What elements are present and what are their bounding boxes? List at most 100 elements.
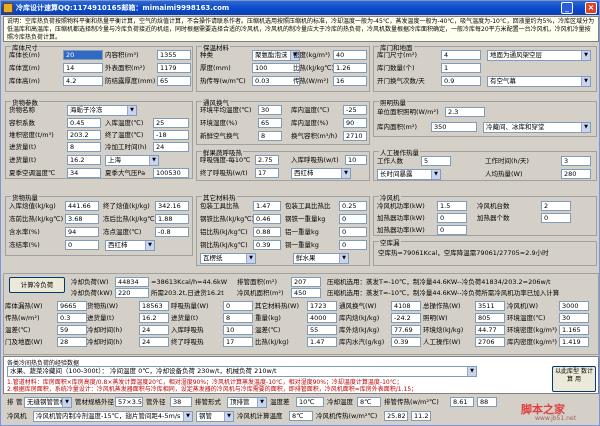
othermat-input[interactable]: 0	[339, 240, 367, 250]
bottom-input[interactable]: 38	[170, 397, 192, 407]
apply-template-button[interactable]: 以此库型 数计算 用	[552, 366, 596, 392]
storage-input[interactable]: 20	[63, 50, 103, 60]
coolerfan-input[interactable]: 0	[437, 213, 467, 223]
result-value: 16.2	[139, 313, 169, 323]
goodsheat-input[interactable]: 0	[65, 240, 99, 250]
coolerfan-input[interactable]: 1.5	[437, 201, 467, 211]
calc-input[interactable]: 207	[291, 277, 321, 287]
watermark: 脚本之家 www.jb51.net	[521, 401, 599, 425]
goods-name-select[interactable]: 海蛎子冷冻 ▼	[67, 105, 137, 116]
storage-input[interactable]: 4.2	[63, 76, 103, 86]
goodsheat-input[interactable]: 441.66	[65, 201, 99, 211]
fresh-input[interactable]: 17	[255, 168, 279, 178]
bottom-select[interactable]: 钢管 ▼	[196, 411, 234, 422]
goodsheat-input[interactable]: -0.8	[155, 227, 189, 237]
storage-input[interactable]: 65	[157, 76, 191, 86]
labor-input[interactable]: 3	[561, 156, 591, 166]
air-curtain-select[interactable]: 有空气幕 ▼	[487, 76, 591, 87]
labor-input[interactable]: 280	[561, 169, 591, 179]
storage-input[interactable]: 14	[63, 63, 103, 73]
ventilation-input[interactable]: 65	[258, 118, 282, 128]
bottom-input[interactable]: 8℃	[289, 411, 313, 421]
bottom-select[interactable]: 无缝钢管管材 ▼	[24, 397, 72, 408]
othermat-input[interactable]: 0.25	[339, 201, 367, 211]
othermat-input[interactable]: 0	[339, 227, 367, 237]
bottom-select[interactable]: 冷风机管内制冷剂温度-15℃，翅片管间距4-5m/s ▼	[33, 411, 193, 422]
goodsheat-input[interactable]: 342.16	[155, 201, 189, 211]
goodsheat-input[interactable]: 3.68	[65, 214, 99, 224]
bottom-input[interactable]: 88	[477, 397, 497, 407]
coolerfan-input[interactable]: 0	[541, 213, 571, 223]
goods-input[interactable]: 100530	[153, 168, 189, 178]
calc-input[interactable]: 44834	[115, 277, 149, 287]
ventilation-input[interactable]: 30	[258, 105, 282, 115]
ventilation-input[interactable]: 2710	[343, 131, 367, 141]
door-input[interactable]: 1	[441, 63, 481, 73]
lighting-input[interactable]: 350	[431, 122, 477, 132]
insulation-input[interactable]: 16	[333, 76, 367, 86]
goods-type-select[interactable]: 鲜水果 ▼	[293, 253, 349, 264]
notice-panel: 说明：空库热负荷按照物料平衡和热量平衡计算，空气的焓值计算，不会操作请联系作者。…	[3, 16, 599, 42]
goodsheat-input[interactable]: 94	[65, 227, 99, 237]
labor-input[interactable]: 5	[421, 156, 451, 166]
ventilation-label: 环境平均温度(℃)	[200, 106, 252, 114]
insulation-input[interactable]: 1.26	[333, 63, 367, 73]
city-select[interactable]: 上海 ▼	[105, 155, 159, 166]
ventilation-input[interactable]: -25	[343, 105, 367, 115]
fresh-input[interactable]: 10	[345, 155, 367, 165]
goodsheat-label: 终了焓值(kJ/kg)	[103, 202, 150, 210]
result-label: 冷却时间(h)	[87, 338, 123, 346]
coolerfan-input[interactable]: 0	[437, 225, 467, 235]
heatload-dropdown[interactable]: 水果、蔬菜冷藏间（100-300t）： 冷间温度 0℃，冷却设备负荷 230w/…	[7, 366, 477, 377]
goods-input[interactable]: 203.2	[67, 130, 101, 140]
goods-input[interactable]: 25	[153, 118, 189, 128]
goodsheat-select[interactable]: 西红柿 ▼	[105, 240, 155, 251]
note-line: 2.根据库房面积，系统冷量设计：冷风机蒸发器面积与冷库相同，设定蒸发器的冷风机与…	[7, 386, 418, 393]
storage-input[interactable]: 1179	[157, 63, 191, 73]
goods-input[interactable]: 34	[67, 168, 101, 178]
bottom-input[interactable]: 10℃	[296, 397, 324, 407]
bottom-select[interactable]: 顶排管 ▼	[227, 397, 267, 408]
bottom-input[interactable]: 25.82	[384, 411, 408, 421]
ventilation-input[interactable]: 90	[343, 118, 367, 128]
ventilation-input[interactable]: 8	[258, 131, 282, 141]
othermat-input[interactable]: 0	[339, 214, 367, 224]
bottom-input[interactable]: 8.61	[450, 397, 474, 407]
goods-input[interactable]: 0.45	[67, 118, 101, 128]
coolerfan-input[interactable]: 2	[541, 201, 571, 211]
minimize-button[interactable]: _	[561, 2, 573, 14]
room-type-select[interactable]: 冷藏间、冰库和穿堂 ▼	[483, 122, 591, 133]
fresh-type-select[interactable]: 西红柿 ▼	[291, 168, 351, 179]
exposure-select[interactable]: 长时间暴露 ▼	[377, 169, 441, 180]
calc-input[interactable]: 220	[115, 288, 149, 298]
goodsheat-input[interactable]: 1.88	[155, 214, 189, 224]
lighting-label: 库内面积(m²)	[377, 123, 418, 131]
result-label: 重量(kg)	[255, 314, 281, 322]
fresh-input[interactable]: 2.75	[255, 155, 279, 165]
othermat-input[interactable]: 1.47	[253, 201, 281, 211]
lighting-input[interactable]: 2.3	[445, 107, 485, 117]
bottom-input[interactable]: 11.2	[411, 411, 431, 421]
door-input[interactable]: 0.9	[441, 76, 481, 86]
package-select[interactable]: 瓦楞纸 ▼	[200, 253, 256, 264]
insulation-label: 传热(W/m²)	[293, 77, 329, 85]
close-button[interactable]: ×	[585, 2, 597, 14]
goods-input[interactable]: 24	[153, 142, 189, 152]
door-input[interactable]: 4	[441, 50, 481, 60]
insulation-input[interactable]: 40	[333, 50, 367, 60]
bottom-input[interactable]: 57×3.5	[115, 397, 143, 407]
goods-input[interactable]: 16.2	[67, 155, 101, 165]
othermat-input[interactable]: 0.39	[253, 240, 281, 250]
app-window: 冷库设计速算QQ:1174910165邮箱：mimaimi9998163.com…	[0, 0, 600, 426]
goods-input[interactable]: -18	[153, 130, 189, 140]
calc-input[interactable]: 450	[291, 288, 321, 298]
othermat-input[interactable]: 0.46	[253, 214, 281, 224]
storage-input[interactable]: 1355	[157, 50, 191, 60]
bottom-input[interactable]: 8℃	[357, 397, 381, 407]
othermat-input[interactable]: 0.88	[253, 227, 281, 237]
goods-label: 堆积密度(t/m³)	[9, 131, 54, 139]
goodsheat-label: 入库焓值(kJ/kg)	[9, 202, 56, 210]
goods-input[interactable]: 8	[67, 142, 101, 152]
floor-type-select[interactable]: 地面为通风架空层 ▼	[487, 50, 591, 61]
goods-label: 入库温度(℃)	[105, 119, 144, 127]
